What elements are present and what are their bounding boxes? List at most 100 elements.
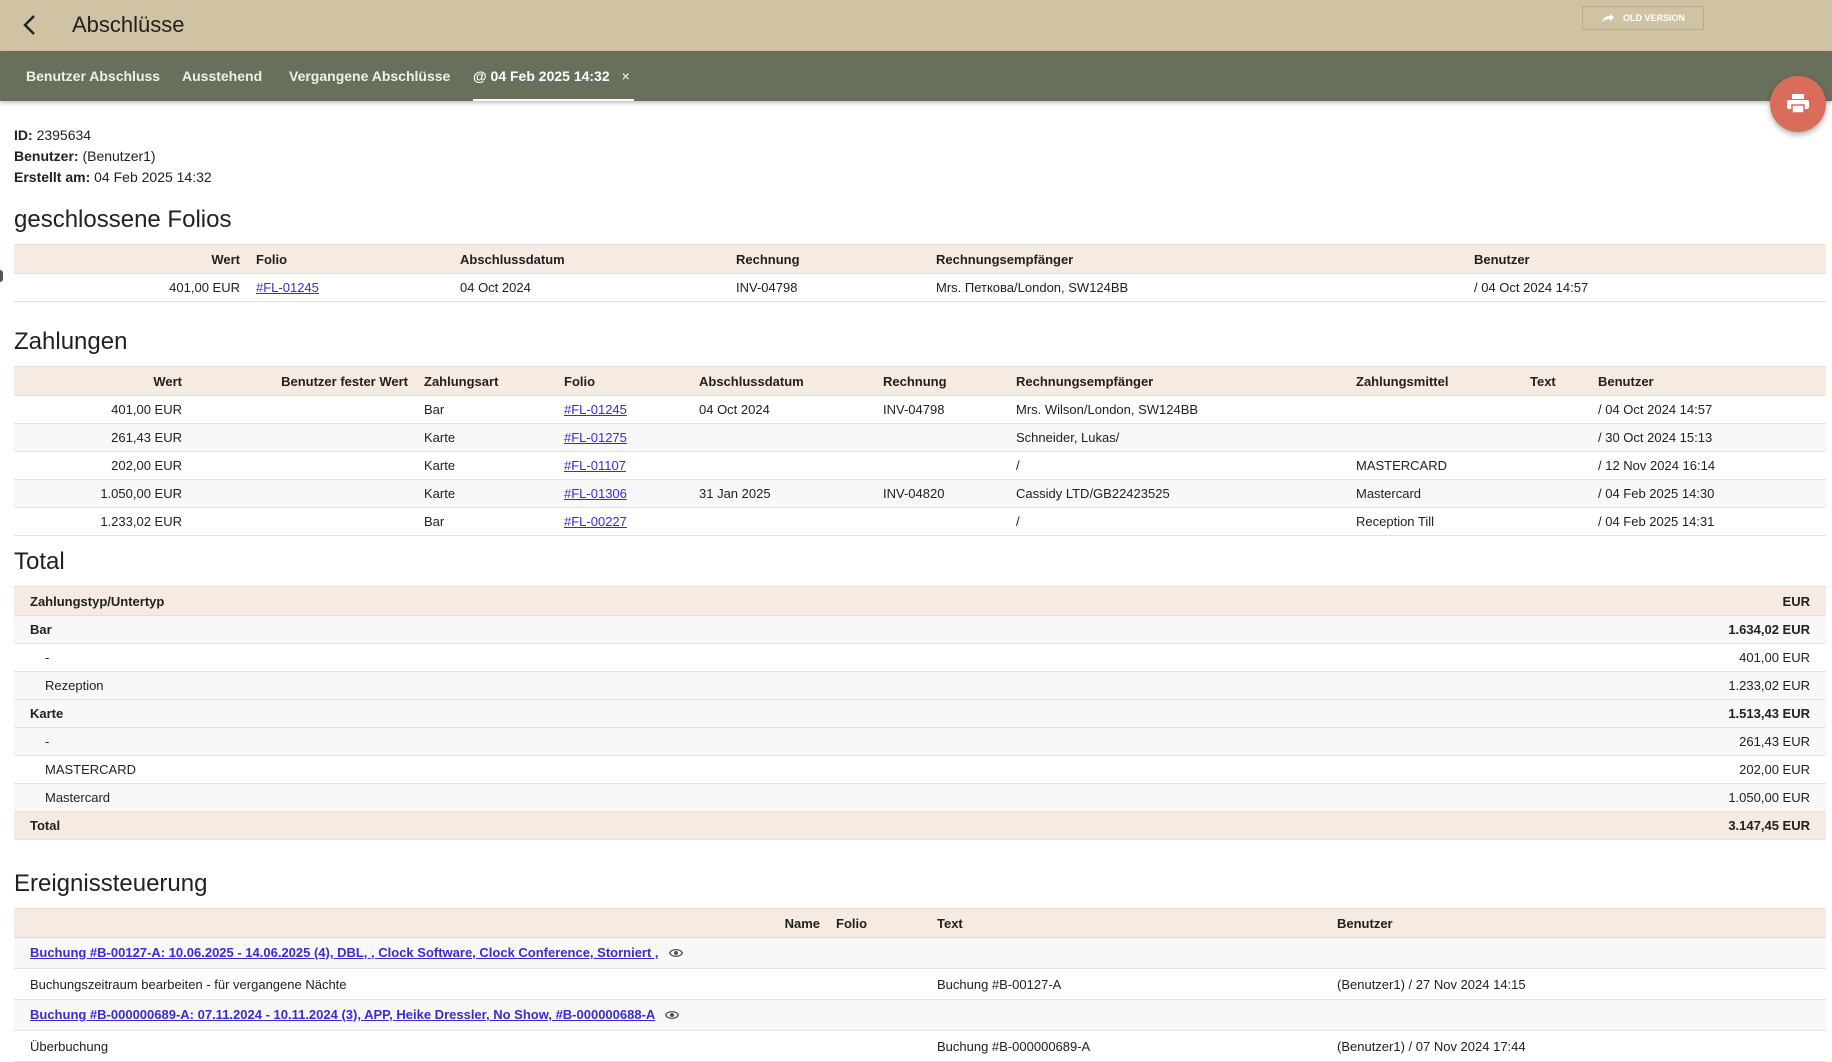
booking-group-row: Buchung #B-00127-A: 10.06.2025 - 14.06.2… [14,937,1826,969]
table-header-row: Zahlungstyp/Untertyp EUR [14,586,1826,616]
cell-payment-method: MASTERCARD [1348,451,1522,480]
tab-label: Benutzer Abschluss [26,68,161,84]
cell-recipient: Mrs. Wilson/London, SW124BB [1008,395,1348,424]
row-label: MASTERCARD [14,755,1101,784]
cell-user: / 04 Feb 2025 14:30 [1590,479,1826,508]
cell-fixed-value [190,395,416,424]
meta-user: Benutzer: (Benutzer1) [14,148,156,164]
cell-invoice [875,423,1008,452]
column-header: Folio [828,908,929,938]
cell-user: / 12 Nov 2024 16:14 [1590,451,1826,480]
booking-link[interactable]: Buchung #B-000000689-A: 07.11.2024 - 10.… [30,1007,655,1022]
cell-value: 1.233,02 EUR [14,507,190,536]
folio-link[interactable]: #FL-00227 [564,514,627,529]
cell-value: 401,00 EUR [14,395,190,424]
print-button[interactable] [1770,76,1826,132]
column-header: Rechnung [728,244,928,274]
row-value: 3.147,45 EUR [1100,811,1826,840]
row-value: 401,00 EUR [1100,643,1826,672]
folio-link[interactable]: #FL-01107 [564,458,626,473]
cell-name: Buchungszeitraum bearbeiten - für vergan… [14,968,828,1000]
booking-link[interactable]: Buchung #B-00127-A: 10.06.2025 - 14.06.2… [30,945,659,960]
tab-ausstehend[interactable]: Ausstehend [182,51,262,101]
column-header: Zahlungsmittel [1348,366,1522,396]
tab-current-closing[interactable]: @ 04 Feb 2025 14:32 × [473,51,634,101]
folio-link[interactable]: #FL-01245 [256,280,319,295]
row-label: - [14,643,1101,672]
meta-created: Erstellt am: 04 Feb 2025 14:32 [14,169,212,185]
cell-text [1522,451,1590,480]
table-row: 1.233,02 EUR Bar #FL-00227 /Reception Till /… [14,507,1826,536]
cell-recipient: Cassidy LTD/GB22423525 [1008,479,1348,508]
cell-fixed-value [190,479,416,508]
events-table: Name Folio Text Benutzer Buchung #B-0012… [14,908,1826,1062]
cell-user: / 04 Feb 2025 14:31 [1590,507,1826,536]
section-title-total: Total [14,548,65,575]
cell-text: Buchung #B-00127-A [929,968,1329,1000]
table-row: -401,00 EUR [14,643,1826,672]
cell-name: Überbuchung [14,1030,828,1062]
column-header: Text [929,908,1329,938]
row-label: Karte [14,699,1101,728]
cell-recipient: Schneider, Lukas/ [1008,423,1348,452]
page-title: Abschlüsse [72,12,185,37]
cell-recipient: / [1008,507,1348,536]
table-row: 1.050,00 EUR Karte #FL-01306 31 Jan 2025 INV… [14,479,1826,508]
meta-id: ID: 2395634 [14,127,92,143]
cell-user: (Benutzer1) / 27 Nov 2024 14:15 [1329,968,1826,1000]
tab-label: @ 04 Feb 2025 14:32 [473,68,610,84]
printer-icon [1787,94,1809,114]
back-button[interactable] [14,10,44,40]
cell-payment-type: Bar [416,507,556,536]
cell-date: 04 Oct 2024 [452,273,728,302]
cell-payment-method: Mastercard [1348,479,1522,508]
cell-folio [828,968,929,1000]
table-row: 261,43 EUR Karte #FL-01275 Schneider, Lukas… [14,423,1826,452]
column-header: Benutzer [1466,244,1826,274]
arrow-back-icon [23,15,35,35]
cell-invoice: INV-04798 [728,273,928,302]
tab-benutzer-abschluss[interactable]: Benutzer Abschluss [26,51,160,101]
column-header: Benutzer [1590,366,1826,396]
cell-date [691,451,875,480]
cell-date: 04 Oct 2024 [691,395,875,424]
cell-fixed-value [190,451,416,480]
folio-link[interactable]: #FL-01245 [564,402,627,417]
table-row: Rezeption 1.233,02 EUR [14,671,1826,700]
row-label: Total [14,811,1101,840]
table-header-row: Name Folio Text Benutzer [14,908,1826,938]
cell-recipient: / [1008,451,1348,480]
cell-payment-type: Bar [416,395,556,424]
close-tab-icon[interactable]: × [622,68,630,84]
cell-date: 31 Jan 2025 [691,479,875,508]
table-row: Mastercard 1.050,00 EUR [14,783,1826,812]
row-value: 1.513,43 EUR [1100,699,1826,728]
table-row: Überbuchung Buchung #B-000000689-A (Benutz… [14,1030,1826,1062]
section-title-events: Ereignissteuerung [14,870,208,897]
tab-vergangene-abschluesse[interactable]: Vergangene Abschlüsse [289,51,450,101]
booking-group-row: Buchung #B-000000689-A: 07.11.2024 - 10.… [14,999,1826,1031]
row-value: 1.050,00 EUR [1100,783,1826,812]
eye-icon[interactable] [665,1008,680,1023]
table-row: Buchungszeitraum bearbeiten - für vergan… [14,968,1826,1000]
cell-text [1522,507,1590,536]
column-header: Folio [556,366,691,396]
column-header: Abschlussdatum [691,366,875,396]
eye-icon[interactable] [668,946,683,961]
cell-text: Buchung #B-000000689-A [929,1030,1329,1062]
cell-user: (Benutzer1) / 07 Nov 2024 17:44 [1329,1030,1826,1062]
cell-date [691,423,875,452]
folio-link[interactable]: #FL-01306 [564,486,627,501]
old-version-button[interactable]: OLD VERSION [1582,6,1704,30]
column-header: Zahlungsart [416,366,556,396]
group-row: Bar 1.634,02 EUR [14,615,1826,644]
folio-link[interactable]: #FL-01275 [564,430,627,445]
cell-value: 202,00 EUR [14,451,190,480]
cell-text [1522,479,1590,508]
column-header: Benutzer [1329,908,1826,938]
cell-payment-method [1348,395,1522,424]
table-header-row: Wert Benutzer fester Wert Zahlungsart Fo… [14,366,1826,396]
table-header-row: Wert Folio Abschlussdatum Rechnung Rechn… [14,244,1826,274]
cell-invoice: INV-04798 [875,395,1008,424]
cell-payment-type: Karte [416,479,556,508]
